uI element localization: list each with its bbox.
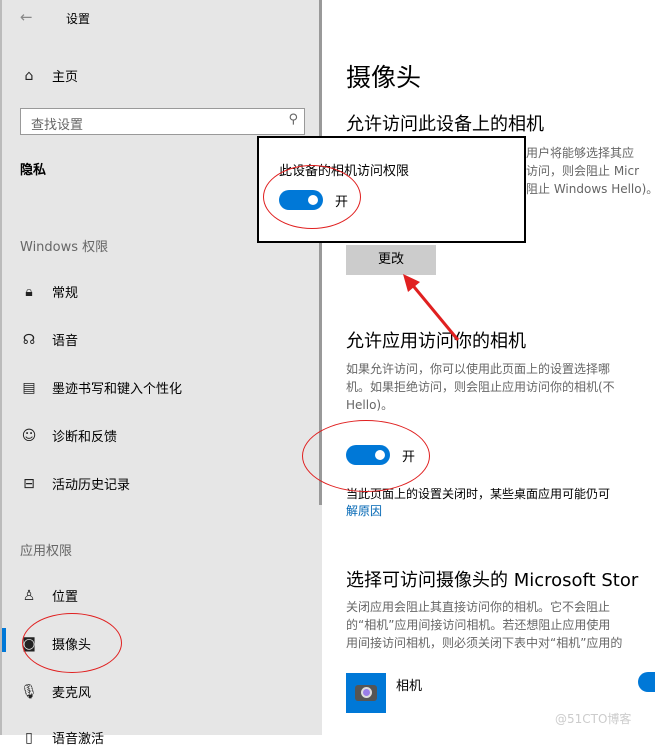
- annotation-arrow: [403, 274, 460, 341]
